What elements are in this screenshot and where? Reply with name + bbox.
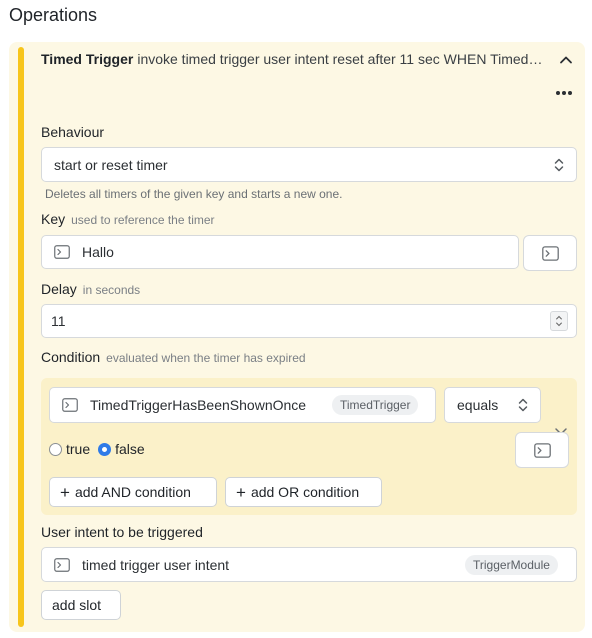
- terminal-icon: [533, 442, 551, 458]
- key-expression-button[interactable]: [523, 235, 577, 271]
- condition-operator-value: equals: [457, 397, 499, 413]
- plus-icon: +: [60, 482, 70, 502]
- operation-type: Timed Trigger: [41, 51, 134, 67]
- add-and-condition-button[interactable]: + add AND condition: [49, 477, 217, 507]
- sort-arrows-icon: [554, 158, 564, 171]
- condition-sublabel: evaluated when the timer has expired: [106, 351, 306, 365]
- add-slot-label: add slot: [52, 597, 102, 613]
- radio-true-label[interactable]: true: [66, 441, 90, 457]
- delay-label-text: Delay: [41, 281, 77, 297]
- condition-operator-select[interactable]: equals: [444, 387, 541, 423]
- behaviour-value: start or reset timer: [54, 156, 168, 173]
- condition-label: Condition evaluated when the timer has ex…: [41, 349, 306, 365]
- card-header[interactable]: Timed Trigger invoke timed trigger user i…: [41, 51, 546, 67]
- add-slot-button[interactable]: add slot: [41, 590, 121, 620]
- terminal-icon: [541, 245, 559, 261]
- operation-summary: invoke timed trigger user intent reset a…: [137, 51, 546, 67]
- timed-trigger-card: Timed Trigger invoke timed trigger user i…: [9, 42, 585, 632]
- intent-value: timed trigger user intent: [82, 556, 230, 573]
- key-label-text: Key: [41, 211, 66, 227]
- radio-false[interactable]: [98, 442, 112, 456]
- chevron-up-icon[interactable]: [558, 52, 574, 68]
- key-value: Hallo: [82, 244, 114, 260]
- condition-variable-tag: TimedTrigger: [332, 395, 419, 415]
- intent-tag: TriggerModule: [465, 555, 558, 575]
- terminal-icon: [54, 557, 70, 572]
- delay-label: Delay in seconds: [41, 281, 140, 297]
- condition-variable-value: TimedTriggerHasBeenShownOnce: [90, 397, 307, 413]
- add-or-condition-button[interactable]: + add OR condition: [225, 477, 382, 507]
- plus-icon: +: [236, 482, 246, 502]
- sort-arrows-icon: [518, 398, 528, 412]
- accent-bar: [18, 47, 24, 627]
- more-icon[interactable]: [554, 87, 574, 99]
- key-sublabel: used to reference the timer: [71, 213, 215, 227]
- condition-label-text: Condition: [41, 349, 101, 365]
- behaviour-help: Deletes all timers of the given key and …: [45, 187, 343, 201]
- delay-value: 11: [51, 313, 66, 329]
- intent-label: User intent to be triggered: [41, 524, 203, 540]
- add-or-label: add OR condition: [250, 484, 360, 500]
- condition-expression-button[interactable]: [515, 432, 569, 468]
- behaviour-label: Behaviour: [41, 124, 105, 140]
- terminal-icon: [54, 245, 70, 259]
- section-title: Operations: [9, 5, 98, 25]
- delay-sublabel: in seconds: [82, 283, 141, 297]
- condition-variable-input[interactable]: TimedTriggerHasBeenShownOnce TimedTrigge…: [49, 387, 436, 423]
- terminal-icon: [62, 398, 78, 412]
- condition-value-radios: true false: [49, 441, 153, 457]
- key-input[interactable]: Hallo: [41, 235, 519, 269]
- intent-input[interactable]: timed trigger user intent TriggerModule: [41, 547, 577, 582]
- key-label: Key used to reference the timer: [41, 211, 215, 227]
- number-stepper[interactable]: [550, 311, 568, 331]
- add-and-label: add AND condition: [74, 484, 191, 500]
- behaviour-select[interactable]: start or reset timer: [41, 147, 577, 182]
- delay-input[interactable]: 11: [41, 304, 577, 338]
- radio-false-label[interactable]: false: [115, 441, 145, 457]
- radio-true[interactable]: [49, 442, 62, 456]
